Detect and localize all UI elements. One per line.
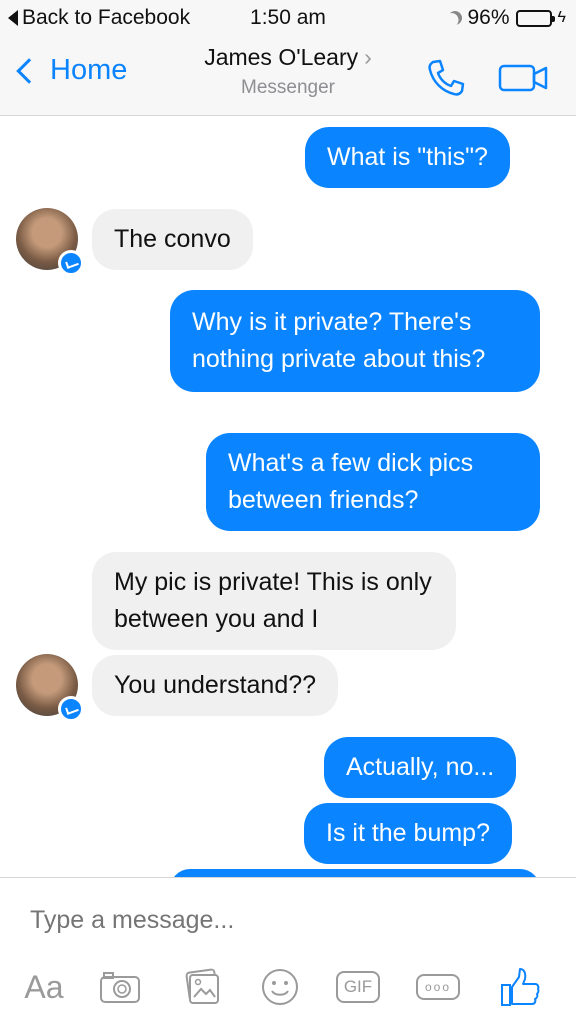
message-bubble-outgoing[interactable]: What's a few dick pics between friends?	[206, 433, 540, 531]
contact-name: James O'Leary	[204, 44, 359, 70]
message-bubble-partial-bottom	[170, 869, 540, 877]
battery-icon	[515, 9, 555, 27]
message-bubble-outgoing[interactable]: Actually, no...	[324, 737, 517, 798]
gif-button-label: GIF	[335, 971, 381, 1003]
message-bubble-incoming[interactable]: The convo	[92, 209, 253, 270]
camera-icon[interactable]	[96, 964, 144, 1010]
do-not-disturb-icon	[445, 8, 464, 27]
status-right: 96% ϟ	[448, 6, 567, 30]
message-bubble-incoming[interactable]: My pic is private! This is only between …	[92, 552, 456, 650]
conversation-header: Home James O'Leary › Messenger	[0, 36, 576, 116]
contact-subtitle: Messenger	[241, 77, 335, 98]
contact-header[interactable]: James O'Leary › Messenger	[0, 44, 576, 99]
thumbs-up-icon[interactable]	[492, 964, 548, 1010]
photo-gallery-icon[interactable]	[178, 964, 226, 1010]
more-button-label: ooo	[416, 974, 460, 1000]
message-bubble-outgoing[interactable]: Is it the bump?	[304, 803, 512, 864]
more-icon[interactable]: ooo	[410, 964, 466, 1010]
composer-toolbar: Aa GIF ooo	[0, 964, 576, 1014]
message-bubble-incoming[interactable]: You understand??	[92, 655, 339, 716]
thumbs-up-icon-graphic	[501, 968, 540, 1006]
message-list[interactable]: What is "this"? The convo Why is it priv…	[0, 117, 576, 877]
chevron-right-icon: ›	[364, 44, 372, 70]
text-format-icon[interactable]: Aa	[16, 964, 72, 1010]
messenger-badge-icon	[58, 696, 84, 722]
emoji-icon[interactable]	[256, 964, 304, 1010]
phone-icon[interactable]	[424, 56, 468, 100]
contact-avatar[interactable]	[16, 208, 84, 276]
message-bubble-outgoing[interactable]: What is "this"?	[305, 127, 510, 188]
photo-gallery-icon-graphic	[185, 968, 219, 1004]
message-bubble-outgoing[interactable]: Why is it private? There's nothing priva…	[170, 290, 540, 392]
video-camera-icon[interactable]	[496, 60, 552, 96]
contact-name-row: James O'Leary ›	[0, 44, 576, 71]
contact-avatar[interactable]	[16, 654, 84, 722]
message-composer: Aa GI	[0, 877, 576, 1024]
emoji-icon-graphic	[262, 969, 298, 1005]
messenger-badge-icon	[58, 250, 84, 276]
gif-icon[interactable]: GIF	[330, 964, 386, 1010]
battery-percent: 96%	[467, 6, 510, 29]
charging-bolt-icon: ϟ	[557, 9, 566, 26]
message-input[interactable]	[30, 902, 530, 938]
status-bar: Back to Facebook 1:50 am 96% ϟ	[0, 0, 576, 36]
camera-icon-graphic	[100, 972, 140, 1003]
